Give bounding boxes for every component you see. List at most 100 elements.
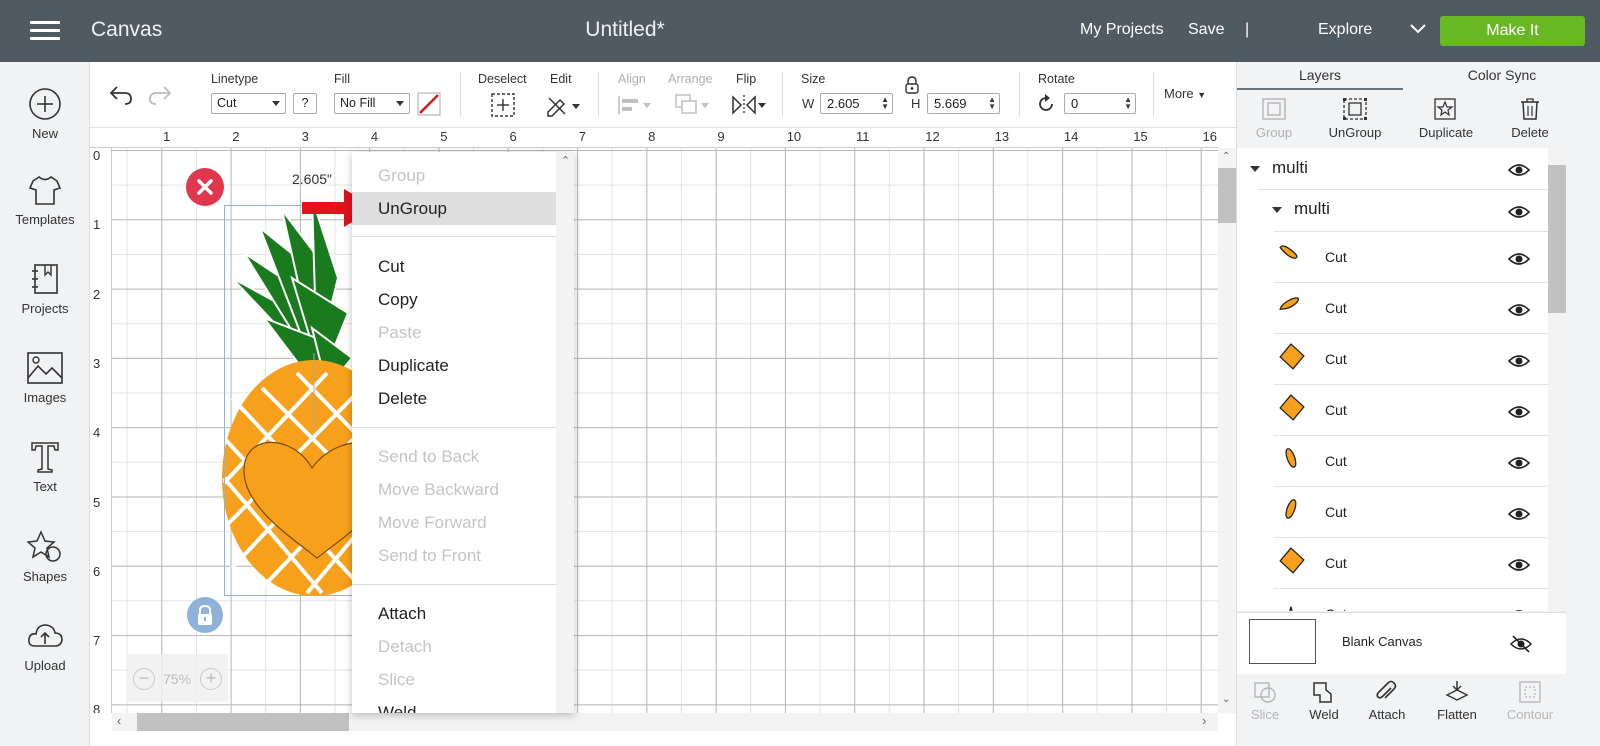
- zoom-in-button[interactable]: +: [200, 668, 222, 690]
- lock-proportions-button[interactable]: [187, 597, 223, 633]
- height-input[interactable]: 5.669 ▲ ▼: [927, 93, 1000, 114]
- sidebar-item-new[interactable]: New: [0, 86, 90, 141]
- deselect-icon[interactable]: [490, 92, 516, 118]
- visibility-eye-icon[interactable]: [1508, 506, 1530, 522]
- visibility-eye-icon[interactable]: [1508, 251, 1530, 267]
- document-title[interactable]: Untitled*: [0, 18, 1250, 42]
- scroll-down-arrow-icon[interactable]: ⌄: [1222, 694, 1230, 705]
- more-menu[interactable]: More ▼: [1164, 86, 1206, 101]
- collapse-triangle-icon[interactable]: [1272, 206, 1282, 213]
- sidebar-item-upload[interactable]: Upload: [0, 618, 90, 673]
- scroll-left-arrow-icon[interactable]: ‹: [117, 713, 121, 728]
- layer-group-row[interactable]: multi: [1250, 158, 1308, 178]
- sidebar-item-shapes[interactable]: Shapes: [0, 529, 90, 584]
- sidebar-item-templates[interactable]: Templates: [0, 172, 90, 227]
- layer-row[interactable]: Cut: [1274, 333, 1548, 384]
- menu-item-duplicate[interactable]: Duplicate: [352, 349, 556, 382]
- rotate-spinner-icon[interactable]: ▲ ▼: [1124, 96, 1132, 111]
- layer-row[interactable]: Cut: [1274, 384, 1548, 435]
- menu-item-weld[interactable]: Weld: [352, 696, 556, 713]
- menu-item-send-to-front[interactable]: Send to Front: [352, 539, 556, 572]
- visibility-eye-icon[interactable]: [1508, 608, 1530, 611]
- menu-item-paste[interactable]: Paste: [352, 316, 556, 349]
- menu-item-move-forward[interactable]: Move Forward: [352, 506, 556, 539]
- menu-item-detach[interactable]: Detach: [352, 630, 556, 663]
- menu-item-group[interactable]: Group: [352, 159, 556, 192]
- tab-color-sync[interactable]: Color Sync: [1403, 62, 1600, 90]
- visibility-eye-icon[interactable]: [1508, 353, 1530, 369]
- rotate-value: 0: [1071, 96, 1079, 111]
- layers-scroll-thumb[interactable]: [1548, 165, 1566, 313]
- canvas-horizontal-scroll-thumb[interactable]: [137, 713, 349, 731]
- edit-tools-icon[interactable]: [545, 92, 581, 118]
- sidebar-item-images[interactable]: Images: [0, 350, 90, 405]
- tab-layers[interactable]: Layers: [1237, 62, 1403, 90]
- hidden-eye-icon[interactable]: [1510, 635, 1532, 653]
- menu-item-attach[interactable]: Attach: [352, 597, 556, 630]
- menu-item-delete[interactable]: Delete: [352, 382, 556, 415]
- linetype-select[interactable]: Cut: [211, 93, 286, 114]
- scroll-up-arrow-icon[interactable]: ⌃: [1222, 151, 1230, 162]
- menu-item-move-backward[interactable]: Move Backward: [352, 473, 556, 506]
- layer-subgroup-row[interactable]: multi: [1272, 199, 1330, 219]
- visibility-eye-icon[interactable]: [1508, 404, 1530, 420]
- ruler-tick-label: 7: [578, 129, 587, 144]
- menu-item-slice[interactable]: Slice: [352, 663, 556, 696]
- attach-button[interactable]: Attach: [1357, 680, 1417, 722]
- group-button[interactable]: Group: [1234, 97, 1314, 140]
- menu-item-cut[interactable]: Cut: [352, 250, 556, 283]
- redo-icon[interactable]: [147, 84, 173, 106]
- ungroup-button[interactable]: UnGroup: [1315, 97, 1395, 140]
- menu-item-send-to-back[interactable]: Send to Back: [352, 440, 556, 473]
- fill-color-swatch-icon[interactable]: [417, 92, 441, 116]
- lock-aspect-icon[interactable]: [904, 76, 920, 94]
- zoom-out-button[interactable]: −: [133, 668, 155, 690]
- layer-row[interactable]: Cut: [1274, 231, 1548, 282]
- context-menu-scrollbar[interactable]: [556, 152, 574, 713]
- duplicate-button[interactable]: Duplicate: [1406, 97, 1486, 140]
- rotate-input[interactable]: 0 ▲ ▼: [1064, 93, 1136, 114]
- explore-menu[interactable]: Explore: [1318, 21, 1372, 39]
- make-it-button[interactable]: Make It: [1440, 16, 1585, 46]
- scroll-up-arrow-icon[interactable]: ⌃: [561, 154, 570, 167]
- contour-button[interactable]: Contour: [1500, 680, 1560, 722]
- width-spinner-icon[interactable]: ▲ ▼: [881, 96, 889, 111]
- sidebar-item-text[interactable]: Text: [0, 439, 90, 494]
- width-input[interactable]: 2.605 ▲ ▼: [820, 93, 893, 114]
- visibility-eye-icon[interactable]: [1508, 204, 1530, 220]
- delete-selection-button[interactable]: [186, 168, 224, 206]
- visibility-eye-icon[interactable]: [1508, 302, 1530, 318]
- visibility-eye-icon[interactable]: [1508, 162, 1530, 178]
- layer-row[interactable]: Cut: [1274, 435, 1548, 486]
- chevron-down-icon[interactable]: [1410, 24, 1426, 34]
- blank-canvas-swatch[interactable]: [1249, 619, 1316, 664]
- collapse-triangle-icon[interactable]: [1250, 165, 1260, 172]
- menu-item-ungroup[interactable]: UnGroup: [352, 192, 556, 225]
- flip-icon[interactable]: [730, 93, 766, 117]
- undo-icon[interactable]: [108, 84, 134, 106]
- arrange-icon[interactable]: [674, 93, 710, 117]
- flatten-button[interactable]: Flatten: [1427, 680, 1487, 722]
- layer-row[interactable]: Cut: [1274, 486, 1548, 537]
- menu-divider: [352, 236, 556, 237]
- menu-item-copy[interactable]: Copy: [352, 283, 556, 316]
- canvas-vertical-scroll-thumb[interactable]: [1218, 168, 1236, 223]
- my-projects-link[interactable]: My Projects: [1080, 21, 1164, 39]
- visibility-eye-icon[interactable]: [1508, 557, 1530, 573]
- visibility-eye-icon[interactable]: [1508, 455, 1530, 471]
- fill-select[interactable]: No Fill: [334, 93, 410, 114]
- align-icon[interactable]: [616, 94, 652, 116]
- scroll-right-arrow-icon[interactable]: ›: [1202, 713, 1206, 728]
- rotate-icon[interactable]: [1036, 94, 1056, 114]
- height-spinner-icon[interactable]: ▲ ▼: [988, 96, 996, 111]
- layer-row[interactable]: Cut: [1274, 537, 1548, 588]
- layer-row[interactable]: Cut: [1274, 588, 1548, 611]
- save-button[interactable]: Save: [1188, 21, 1224, 39]
- canvas-vertical-scrollbar[interactable]: [1218, 148, 1236, 713]
- help-button[interactable]: ?: [293, 93, 317, 114]
- delete-button[interactable]: Delete: [1490, 97, 1570, 140]
- sidebar-item-projects[interactable]: Projects: [0, 261, 90, 316]
- layer-row[interactable]: Cut: [1274, 282, 1548, 333]
- weld-button[interactable]: Weld: [1294, 680, 1354, 722]
- slice-button[interactable]: Slice: [1235, 680, 1295, 722]
